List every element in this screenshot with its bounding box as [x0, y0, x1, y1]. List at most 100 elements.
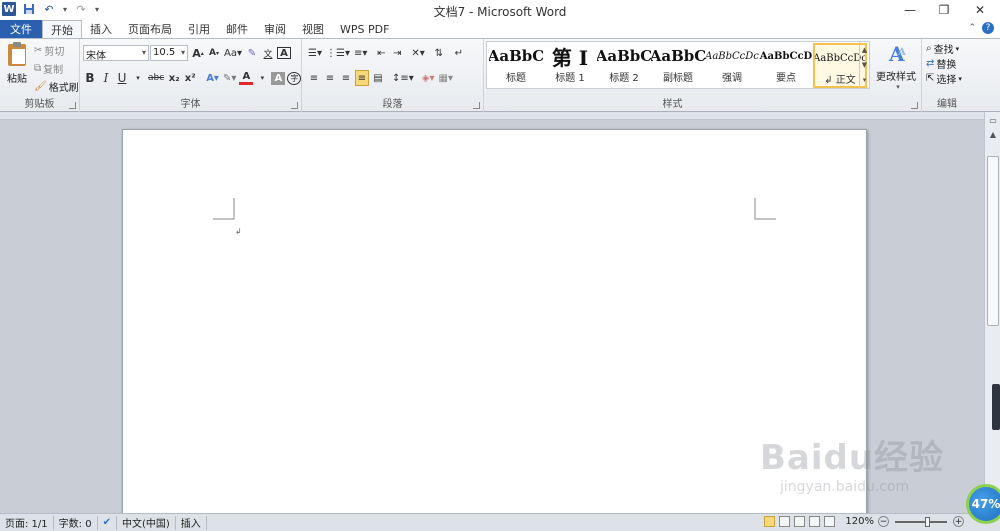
style-tile-heading1[interactable]: 第 I 标题 1	[543, 43, 597, 88]
character-border-button[interactable]: A	[277, 47, 291, 59]
decrease-indent-button[interactable]: ⇤	[374, 45, 388, 61]
line-spacing-button[interactable]: ↕≡▾	[391, 70, 415, 86]
font-launcher-icon[interactable]	[291, 102, 298, 109]
shrink-font-button[interactable]: A ▾	[207, 45, 221, 61]
highlight-button[interactable]: ✎▾	[222, 70, 237, 86]
zoom-slider-knob[interactable]	[925, 516, 930, 527]
insert-mode-status[interactable]: 插入	[176, 515, 207, 530]
language-status[interactable]: 中文(中国)	[117, 515, 176, 530]
svg-text:A: A	[897, 47, 906, 58]
change-styles-button[interactable]: AA 更改样式 ▾	[876, 41, 918, 91]
zoom-level[interactable]: 120%	[845, 516, 874, 527]
align-left-button[interactable]: ≡	[307, 70, 321, 86]
clipboard-launcher-icon[interactable]	[69, 102, 76, 109]
full-screen-reading-view-icon[interactable]	[779, 516, 791, 527]
style-tile-strong[interactable]: AaBbCcD 要点	[759, 43, 813, 88]
minimize-button[interactable]: —	[892, 0, 928, 20]
scrollbar-thumb[interactable]	[987, 156, 999, 326]
tab-references[interactable]: 引用	[180, 20, 218, 38]
document-page[interactable]: ↲	[122, 129, 867, 524]
format-painter-button[interactable]: 🖌 格式刷	[34, 79, 79, 94]
zoom-out-icon[interactable]: −	[878, 516, 889, 527]
cut-button[interactable]: ✂ 剪切	[34, 43, 64, 58]
page-count[interactable]: 页面: 1/1	[0, 515, 54, 530]
tab-wps-pdf[interactable]: WPS PDF	[332, 20, 397, 38]
tab-file[interactable]: 文件	[0, 20, 42, 38]
phonetic-guide-button[interactable]: 文	[261, 45, 275, 61]
underline-dropdown[interactable]: ▾	[131, 70, 145, 86]
scroll-up-icon[interactable]: ▲	[987, 128, 999, 140]
underline-button[interactable]: U	[115, 70, 129, 86]
font-color-dropdown[interactable]: ▾	[255, 70, 269, 86]
italic-button[interactable]: I	[99, 70, 113, 86]
align-center-button[interactable]: ≡	[323, 70, 337, 86]
tab-page-layout[interactable]: 页面布局	[120, 20, 180, 38]
style-tile-title[interactable]: AaBbC 标题	[489, 43, 543, 88]
ribbon-home: 粘贴 ✂ 剪切 ⧉ 复制 🖌 格式刷 剪贴板 宋体 ▾ 10.5 ▾ A ▴ A…	[0, 38, 1000, 112]
tab-mailings[interactable]: 邮件	[218, 20, 256, 38]
paragraph-launcher-icon[interactable]	[473, 102, 480, 109]
style-tile-subtitle[interactable]: AaBbC 副标题	[651, 43, 705, 88]
style-label: 强调	[722, 73, 742, 84]
tab-view[interactable]: 视图	[294, 20, 332, 38]
tab-insert[interactable]: 插入	[82, 20, 120, 38]
outline-view-icon[interactable]	[809, 516, 821, 527]
text-effects-button[interactable]: A▾	[205, 70, 220, 86]
style-tile-heading2[interactable]: AaBbC 标题 2	[597, 43, 651, 88]
close-button[interactable]: ✕	[962, 0, 998, 20]
subscript-button[interactable]: x₂	[167, 70, 181, 86]
find-button[interactable]: ⌕ 查找 ▾	[926, 41, 959, 56]
tab-home[interactable]: 开始	[42, 20, 82, 38]
help-icon[interactable]: ?	[982, 22, 994, 34]
increase-indent-button[interactable]: ⇥	[390, 45, 404, 61]
chevron-down-icon: ▾	[955, 44, 960, 53]
distributed-button[interactable]: ▤	[371, 70, 385, 86]
chinese-layout-button[interactable]: ✕▾	[410, 45, 425, 61]
vertical-scrollbar[interactable]: ▭ ▲	[984, 112, 1000, 513]
progress-badge[interactable]: 47%	[966, 484, 1000, 524]
shading-button[interactable]: ◈▾	[421, 70, 436, 86]
character-shading-button[interactable]: A	[271, 71, 286, 85]
zoom-in-icon[interactable]: +	[953, 516, 964, 527]
font-name-combo[interactable]: 宋体 ▾	[83, 45, 149, 62]
superscript-button[interactable]: x²	[183, 70, 197, 86]
gallery-more-icon[interactable]: ▾	[863, 76, 867, 84]
strikethrough-button[interactable]: abc	[147, 70, 165, 86]
zoom-slider[interactable]	[895, 516, 947, 527]
ruler-toggle-icon[interactable]: ▭	[987, 114, 999, 126]
multilevel-list-button[interactable]: ≡▾	[353, 45, 368, 61]
tab-review[interactable]: 审阅	[256, 20, 294, 38]
change-case-button[interactable]: Aa▾	[223, 45, 243, 61]
enclose-characters-button[interactable]: 字	[287, 71, 302, 85]
word-count[interactable]: 字数: 0	[54, 515, 98, 530]
show-marks-button[interactable]: ↵	[452, 45, 466, 61]
print-layout-view-icon[interactable]	[764, 516, 776, 527]
chevron-down-icon[interactable]: ▼	[862, 61, 867, 69]
group-paragraph: ☰▾ ⋮☰▾ ≡▾ ⇤ ⇥ ✕▾ ⇅ ↵ ≡ ≡ ≡ ≡ ▤ ↕≡▾ ◈▾ ▦▾…	[302, 39, 484, 112]
bold-button[interactable]: B	[83, 70, 97, 86]
ribbon-minimize-icon[interactable]: ⌃	[968, 23, 976, 33]
style-label: 要点	[776, 73, 796, 84]
copy-button[interactable]: ⧉ 复制	[34, 61, 63, 76]
styles-launcher-icon[interactable]	[911, 102, 918, 109]
restore-button[interactable]: ❐	[926, 0, 962, 20]
sort-button[interactable]: ⇅	[432, 45, 446, 61]
select-button[interactable]: ⇱ 选择 ▾	[926, 71, 962, 86]
replace-button[interactable]: ⇄ 替换	[926, 56, 956, 71]
justify-button[interactable]: ≡	[355, 70, 369, 86]
bullets-button[interactable]: ☰▾	[307, 45, 323, 61]
clear-formatting-button[interactable]: ✎	[245, 45, 259, 61]
grow-font-button[interactable]: A ▴	[191, 45, 205, 61]
web-layout-view-icon[interactable]	[794, 516, 806, 527]
style-tile-emphasis[interactable]: AaBbCcDc 强调	[705, 43, 759, 88]
numbering-button[interactable]: ⋮☰▾	[325, 45, 351, 61]
paste-button[interactable]: 粘贴	[4, 41, 30, 87]
font-size-combo[interactable]: 10.5 ▾	[150, 45, 188, 61]
draft-view-icon[interactable]	[824, 516, 836, 527]
chevron-up-icon[interactable]: ▲	[862, 46, 867, 54]
borders-button[interactable]: ▦▾	[438, 70, 454, 86]
font-color-button[interactable]: A	[239, 71, 254, 85]
align-right-button[interactable]: ≡	[339, 70, 353, 86]
proofing-icon[interactable]: ✔	[98, 515, 117, 530]
gallery-scroll[interactable]: ▲ ▼ ▾	[859, 42, 869, 88]
